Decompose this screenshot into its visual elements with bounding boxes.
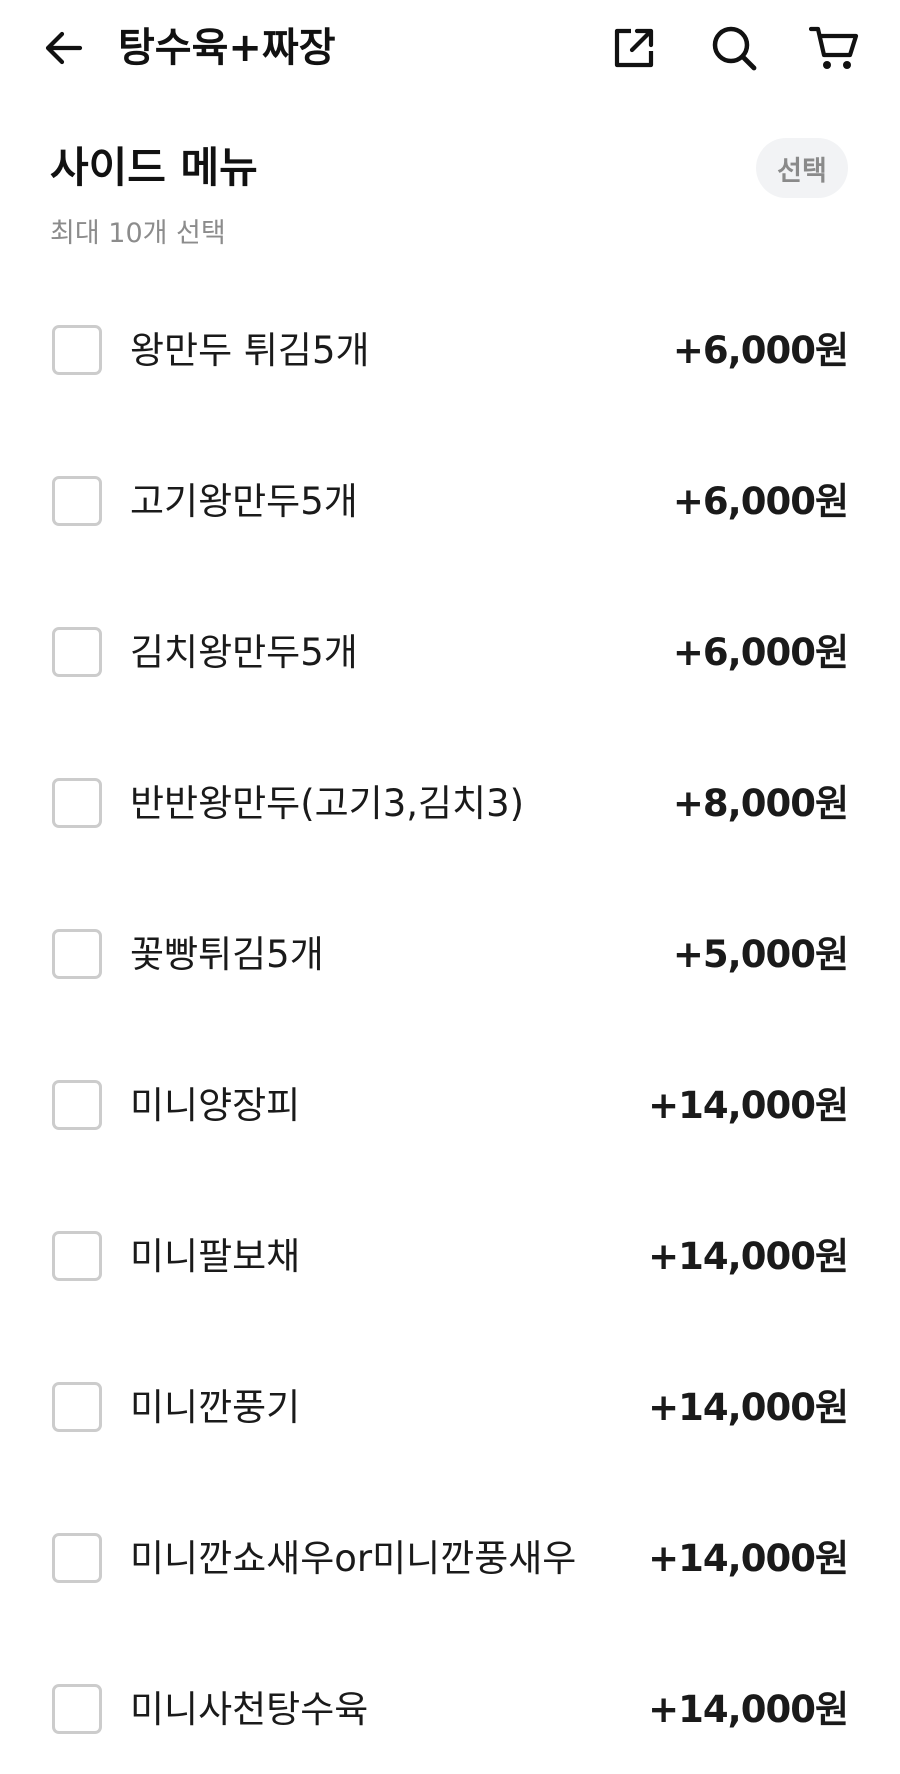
item-price: +14,000원 (648, 1537, 849, 1580)
checkbox[interactable] (52, 1382, 102, 1432)
checkbox[interactable] (52, 1533, 102, 1583)
item-name: 왕만두 튀김5개 (130, 329, 370, 372)
list-item[interactable]: 미니팔보채 +14,000원 (0, 1207, 900, 1307)
checkbox[interactable] (52, 1080, 102, 1130)
item-name: 고기왕만두5개 (130, 480, 358, 523)
list-item[interactable]: 미니깐쇼새우or미니깐풍새우 +14,000원 (0, 1509, 900, 1609)
item-price: +8,000원 (672, 782, 849, 825)
list-item[interactable]: 왕만두 튀김5개 +6,000원 (0, 301, 900, 401)
item-name: 미니팔보채 (130, 1235, 301, 1278)
item-name: 미니깐쇼새우or미니깐풍새우 (130, 1537, 577, 1580)
page-title: 탕수육+짜장 (118, 25, 336, 71)
item-name: 꽃빵튀김5개 (130, 933, 324, 976)
item-name: 미니양장피 (130, 1084, 301, 1127)
list-item[interactable]: 꽃빵튀김5개 +5,000원 (0, 905, 900, 1005)
app-header: 탕수육+짜장 (0, 0, 900, 100)
search-icon (712, 26, 757, 71)
item-price: +5,000원 (672, 933, 849, 976)
list-item[interactable]: 고기왕만두5개 +6,000원 (0, 452, 900, 552)
search-button[interactable] (708, 22, 760, 74)
checkbox[interactable] (52, 1684, 102, 1734)
checkbox[interactable] (52, 929, 102, 979)
cart-icon (809, 26, 859, 69)
item-price: +14,000원 (648, 1688, 849, 1731)
item-price: +14,000원 (648, 1235, 849, 1278)
share-button[interactable] (608, 22, 660, 74)
selection-badge: 선택 (756, 138, 848, 198)
list-item[interactable]: 반반왕만두(고기3,김치3) +8,000원 (0, 754, 900, 854)
item-name: 미니깐풍기 (130, 1386, 301, 1429)
back-button[interactable] (40, 24, 88, 72)
list-item[interactable]: 미니깐풍기 +14,000원 (0, 1358, 900, 1458)
share-icon (614, 28, 654, 68)
list-item[interactable]: 미니양장피 +14,000원 (0, 1056, 900, 1156)
item-price: +14,000원 (648, 1386, 849, 1429)
list-item[interactable]: 김치왕만두5개 +6,000원 (0, 603, 900, 703)
selection-limit-text: 최대 10개 선택 (50, 218, 226, 249)
checkbox[interactable] (52, 325, 102, 375)
item-price: +14,000원 (648, 1084, 849, 1127)
item-name: 반반왕만두(고기3,김치3) (130, 782, 525, 825)
arrow-left-icon (45, 31, 83, 65)
item-price: +6,000원 (672, 631, 849, 674)
item-name: 미니사천탕수육 (130, 1688, 369, 1731)
cart-button[interactable] (808, 22, 860, 74)
item-price: +6,000원 (672, 480, 849, 523)
item-name: 김치왕만두5개 (130, 631, 358, 674)
section-title: 사이드 메뉴 (50, 143, 258, 192)
checkbox[interactable] (52, 1231, 102, 1281)
checkbox[interactable] (52, 627, 102, 677)
checkbox[interactable] (52, 778, 102, 828)
list-item[interactable]: 미니사천탕수육 +14,000원 (0, 1660, 900, 1760)
checkbox[interactable] (52, 476, 102, 526)
item-price: +6,000원 (672, 329, 849, 372)
